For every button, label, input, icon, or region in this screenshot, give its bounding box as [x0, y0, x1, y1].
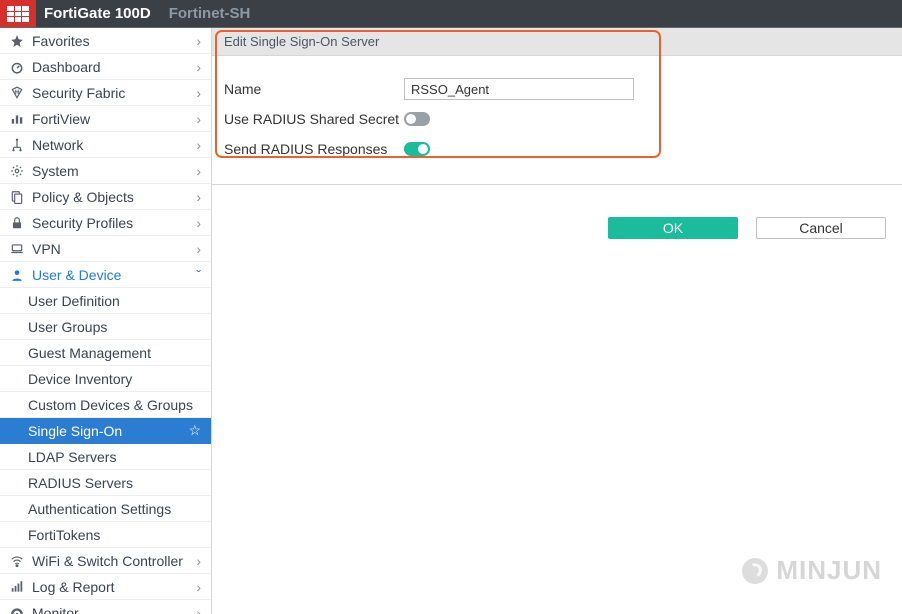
policy-icon [8, 190, 26, 204]
sidebar-item-label: User & Device [32, 267, 196, 283]
sidebar-sub-label: LDAP Servers [28, 449, 201, 465]
chart-icon [8, 112, 26, 126]
sidebar-sub-custom-devices-groups[interactable]: Custom Devices & Groups [0, 392, 211, 418]
gear-icon [8, 164, 26, 178]
chevron-icon: › [196, 605, 201, 614]
sidebar-sub-label: RADIUS Servers [28, 475, 201, 491]
sidebar-item-fortiview[interactable]: FortiView› [0, 106, 211, 132]
sidebar-sub-label: Single Sign-On [28, 423, 188, 439]
chevron-icon: › [196, 163, 201, 179]
hostname: Fortinet-SH [159, 5, 261, 22]
sidebar-item-label: Favorites [32, 33, 196, 49]
row-name: Name [224, 76, 890, 102]
chevron-icon: › [196, 85, 201, 101]
dashboard-icon [8, 60, 26, 74]
sidebar-item-label: FortiView [32, 111, 196, 127]
chevron-icon: › [196, 553, 201, 569]
sidebar-item-label: Log & Report [32, 579, 196, 595]
sidebar-item-system[interactable]: System› [0, 158, 211, 184]
shield-icon [8, 86, 26, 100]
sidebar-sub-device-inventory[interactable]: Device Inventory [0, 366, 211, 392]
row-radius-shared: Use RADIUS Shared Secret [224, 106, 890, 132]
sidebar-item-network[interactable]: Network› [0, 132, 211, 158]
sidebar-sub-authentication-settings[interactable]: Authentication Settings [0, 496, 211, 522]
chevron-icon: › [196, 33, 201, 49]
product-name: FortiGate 100D [36, 5, 159, 22]
sidebar: Favorites›Dashboard›Security Fabric›Fort… [0, 28, 212, 614]
edit-sso-panel: Edit Single Sign-On Server Name Use RADI… [212, 28, 902, 185]
sidebar-item-label: WiFi & Switch Controller [32, 553, 196, 569]
chevron-icon: › [196, 241, 201, 257]
chevron-icon: › [196, 189, 201, 205]
network-icon [8, 138, 26, 152]
chevron-icon: › [196, 579, 201, 595]
sidebar-item-favorites[interactable]: Favorites› [0, 28, 211, 54]
sidebar-item-security-fabric[interactable]: Security Fabric› [0, 80, 211, 106]
chevron-icon: › [196, 111, 201, 127]
sidebar-sub-radius-servers[interactable]: RADIUS Servers [0, 470, 211, 496]
sidebar-item-label: Monitor [32, 605, 196, 614]
sidebar-sub-ldap-servers[interactable]: LDAP Servers [0, 444, 211, 470]
sidebar-item-monitor[interactable]: Monitor› [0, 600, 211, 614]
app-header: FortiGate 100D Fortinet-SH [0, 0, 902, 28]
bars-icon [8, 580, 26, 594]
favorite-star-icon[interactable]: ☆ [188, 422, 201, 439]
wifi-icon [8, 554, 26, 568]
laptop-icon [8, 242, 26, 256]
brand-logo [0, 0, 36, 28]
sidebar-sub-label: User Groups [28, 319, 201, 335]
sidebar-item-label: System [32, 163, 196, 179]
sidebar-item-label: Security Profiles [32, 215, 196, 231]
sidebar-sub-user-definition[interactable]: User Definition [0, 288, 211, 314]
send-radius-label: Send RADIUS Responses [224, 141, 404, 157]
chevron-icon: › [196, 59, 201, 75]
sidebar-item-user-device[interactable]: User & Deviceˇ [0, 262, 211, 288]
sidebar-sub-label: Authentication Settings [28, 501, 201, 517]
sidebar-item-label: Policy & Objects [32, 189, 196, 205]
main-content: Edit Single Sign-On Server Name Use RADI… [212, 28, 902, 614]
radius-shared-label: Use RADIUS Shared Secret [224, 111, 404, 127]
sidebar-item-policy-objects[interactable]: Policy & Objects› [0, 184, 211, 210]
sidebar-item-label: Network [32, 137, 196, 153]
name-label: Name [224, 81, 404, 97]
sidebar-sub-label: Custom Devices & Groups [28, 397, 201, 413]
chevron-icon: › [196, 137, 201, 153]
cancel-button[interactable]: Cancel [756, 217, 886, 239]
panel-body: Name Use RADIUS Shared Secret Send RADIU… [212, 56, 902, 184]
sidebar-item-label: Dashboard [32, 59, 196, 75]
sidebar-sub-label: User Definition [28, 293, 201, 309]
sidebar-sub-fortitokens[interactable]: FortiTokens [0, 522, 211, 548]
user-icon [8, 268, 26, 282]
row-send-radius: Send RADIUS Responses [224, 136, 890, 162]
name-input[interactable] [404, 78, 634, 100]
action-row: OK Cancel [212, 217, 902, 239]
chevron-icon: ˇ [196, 267, 201, 283]
gauge-icon [8, 606, 26, 614]
send-radius-toggle[interactable] [404, 142, 430, 156]
sidebar-item-security-profiles[interactable]: Security Profiles› [0, 210, 211, 236]
sidebar-sub-user-groups[interactable]: User Groups [0, 314, 211, 340]
sidebar-item-dashboard[interactable]: Dashboard› [0, 54, 211, 80]
sidebar-item-label: Security Fabric [32, 85, 196, 101]
sidebar-item-vpn[interactable]: VPN› [0, 236, 211, 262]
star-icon [8, 34, 26, 48]
sidebar-sub-label: Device Inventory [28, 371, 201, 387]
sidebar-item-log-report[interactable]: Log & Report› [0, 574, 211, 600]
sidebar-item-wifi-switch-controller[interactable]: WiFi & Switch Controller› [0, 548, 211, 574]
radius-shared-toggle[interactable] [404, 112, 430, 126]
sidebar-sub-label: Guest Management [28, 345, 201, 361]
chevron-icon: › [196, 215, 201, 231]
sidebar-item-label: VPN [32, 241, 196, 257]
sidebar-sub-label: FortiTokens [28, 527, 201, 543]
ok-button[interactable]: OK [608, 217, 738, 239]
lock-icon [8, 216, 26, 230]
panel-title: Edit Single Sign-On Server [212, 28, 902, 56]
sidebar-sub-single-sign-on[interactable]: Single Sign-On☆ [0, 418, 211, 444]
sidebar-sub-guest-management[interactable]: Guest Management [0, 340, 211, 366]
